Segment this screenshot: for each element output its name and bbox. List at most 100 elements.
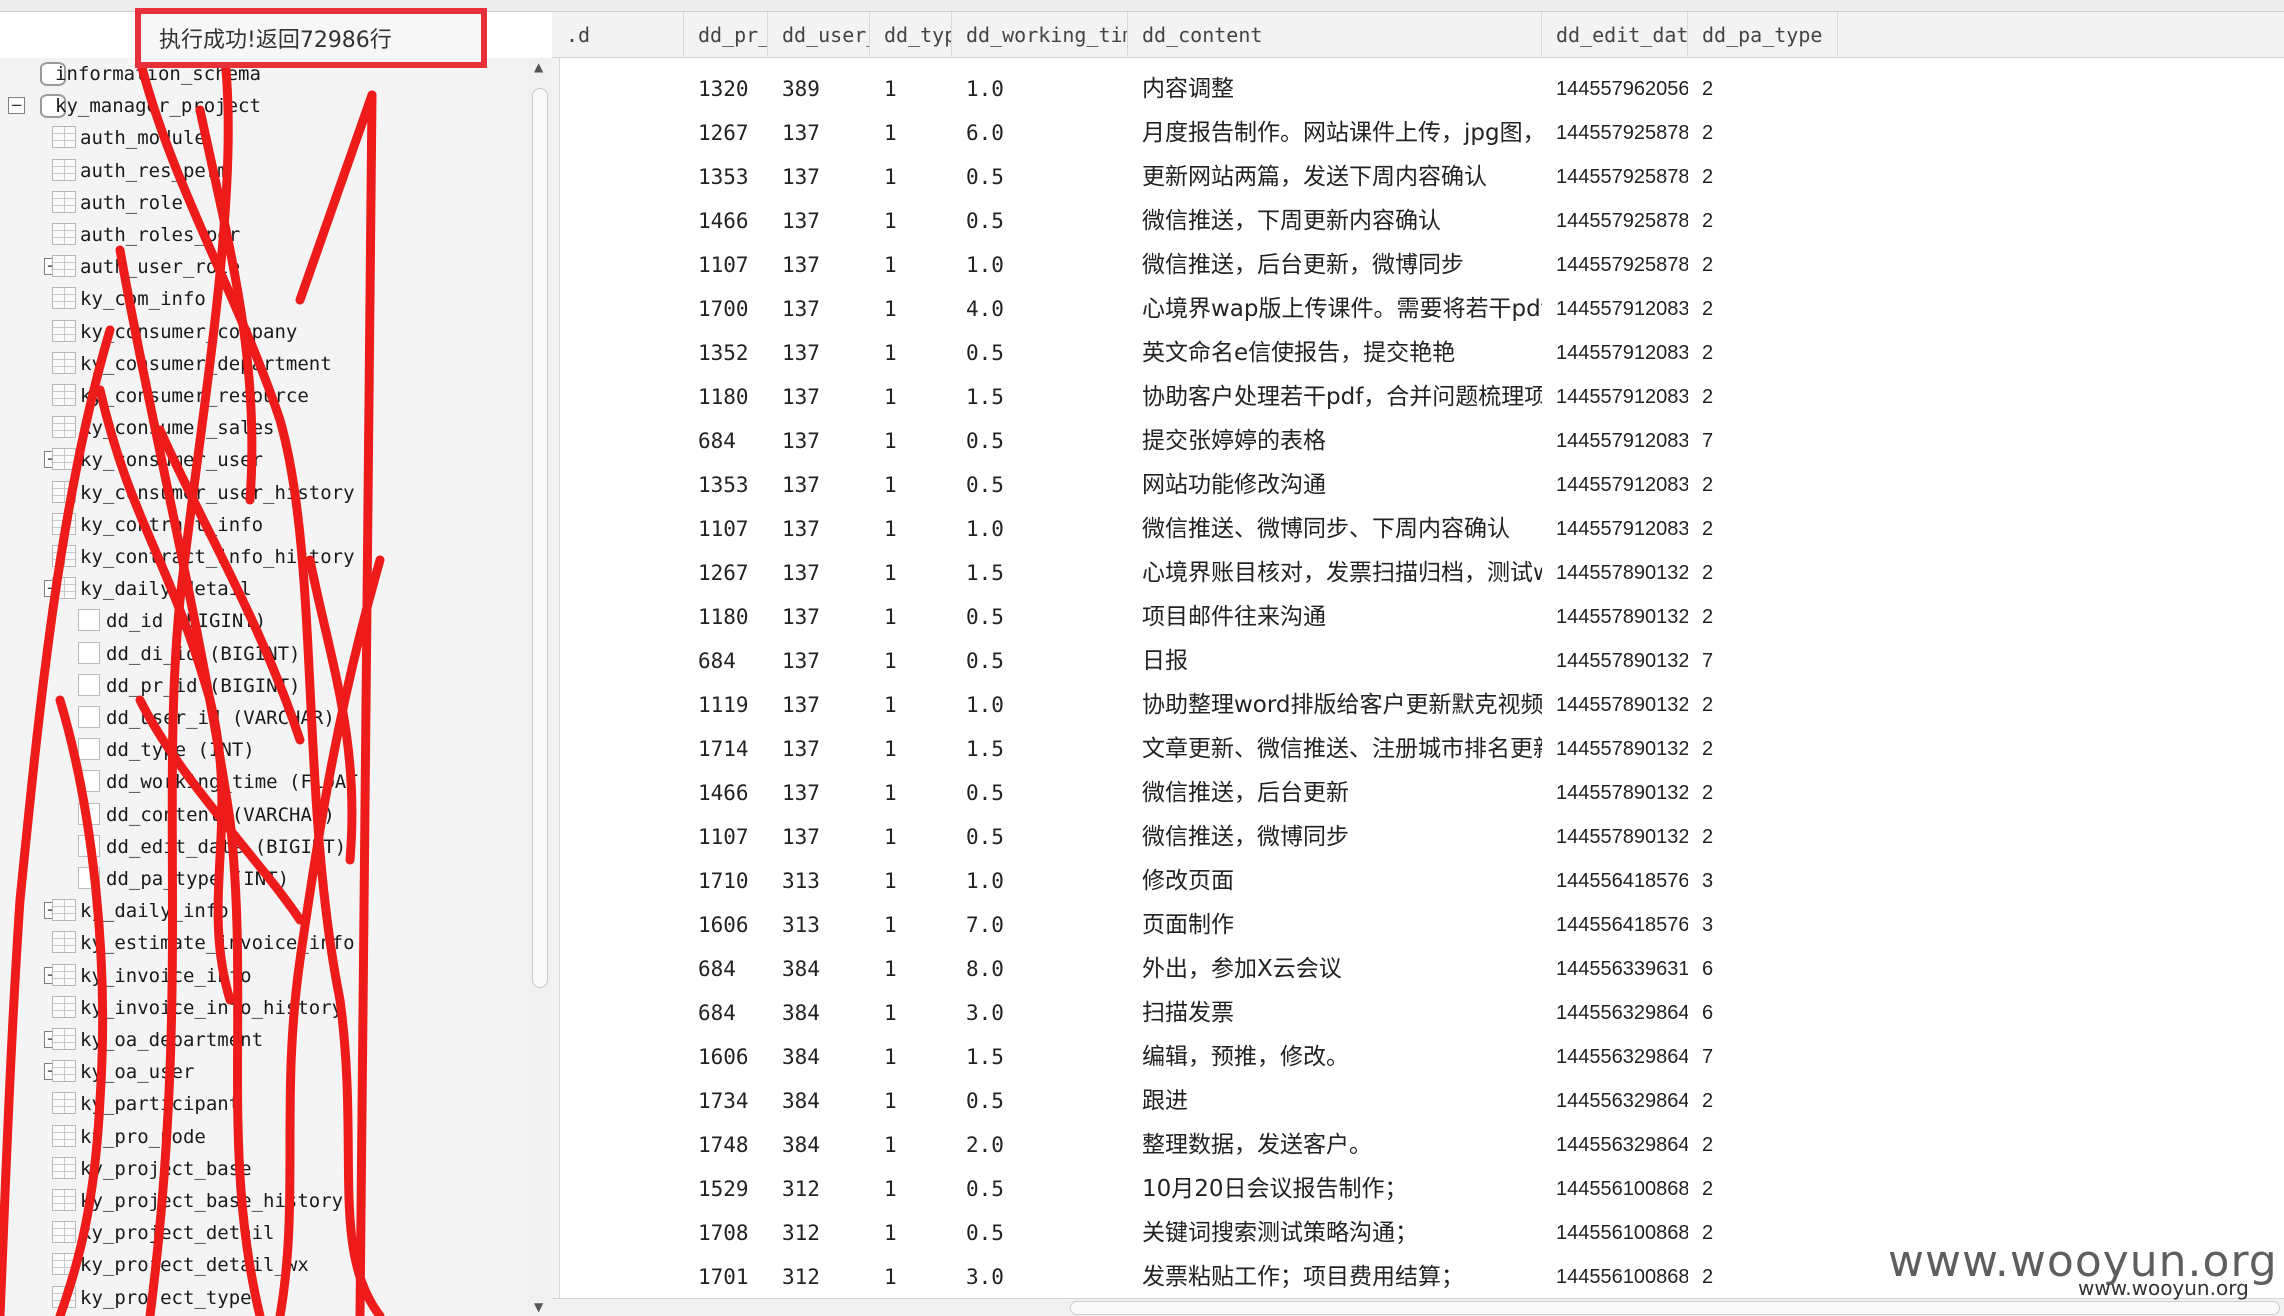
table-cell[interactable]: 1606	[684, 903, 768, 947]
table-row[interactable]: 1320 389 1 1.0 内容调整 1445579620567 2	[552, 67, 2284, 111]
table-cell[interactable]: 2	[1688, 331, 1838, 375]
table-cell[interactable]	[552, 903, 684, 947]
table-cell[interactable]: 1445563298646	[1542, 1123, 1688, 1167]
table-cell[interactable]: 1445578901328	[1542, 683, 1688, 727]
table-row[interactable]: 1714 137 1 1.5 文章更新、微信推送、注册城市排名更新 14455789013…	[552, 727, 2284, 771]
tree-item[interactable]: auth_roles_per	[0, 219, 530, 251]
table-row[interactable]: 1352 137 1 0.5 英文命名e信使报告，提交艳艳 1445579120837 2	[552, 331, 2284, 375]
table-cell[interactable]: 1.0	[952, 67, 1128, 111]
tree-item[interactable]: dd_pa_type (INT)	[0, 863, 530, 895]
table-cell[interactable]: 2	[1688, 771, 1838, 815]
table-cell[interactable]: 0.5	[952, 1167, 1128, 1211]
table-cell[interactable]: 1445561008682	[1542, 1211, 1688, 1255]
table-cell[interactable]	[552, 815, 684, 859]
table-cell[interactable]: 1	[870, 67, 952, 111]
table-row[interactable]: 1734 384 1 0.5 跟进 1445563298646 2	[552, 1079, 2284, 1123]
table-cell[interactable]: 1445579258788	[1542, 155, 1688, 199]
table-cell[interactable]: 137	[768, 595, 870, 639]
table-cell[interactable]: 384	[768, 1079, 870, 1123]
table-cell[interactable]: 7	[1688, 639, 1838, 683]
table-cell[interactable]	[552, 947, 684, 991]
table-cell[interactable]: 1	[870, 595, 952, 639]
table-cell[interactable]: 1466	[684, 199, 768, 243]
table-cell[interactable]: 1	[870, 903, 952, 947]
tree-item[interactable]: +ky_daily_info	[0, 895, 530, 927]
table-cell[interactable]	[552, 639, 684, 683]
column-header[interactable]: .d	[552, 12, 684, 58]
table-cell[interactable]: 313	[768, 903, 870, 947]
table-cell[interactable]: 137	[768, 727, 870, 771]
table-cell[interactable]	[552, 243, 684, 287]
table-cell[interactable]: 1445579620567	[1542, 67, 1688, 111]
table-cell[interactable]: 684	[684, 419, 768, 463]
table-cell[interactable]: 微信推送，下周更新内容确认	[1128, 199, 1542, 243]
collapse-icon[interactable]: −	[8, 97, 25, 115]
table-cell[interactable]: 1	[870, 1035, 952, 1079]
table-cell[interactable]: 137	[768, 771, 870, 815]
table-cell[interactable]: 微信推送、微博同步、下周内容确认	[1128, 507, 1542, 551]
table-cell[interactable]: 137	[768, 155, 870, 199]
table-cell[interactable]: 1119	[684, 683, 768, 727]
table-cell[interactable]: 1445579120837	[1542, 375, 1688, 419]
table-cell[interactable]: 1445561008682	[1542, 1167, 1688, 1211]
table-cell[interactable]: 微信推送，微博同步	[1128, 815, 1542, 859]
table-row[interactable]: 1466 137 1 0.5 微信推送，后台更新 1445578901328 2	[552, 771, 2284, 815]
table-cell[interactable]: 7.0	[952, 903, 1128, 947]
tree-item[interactable]: ky_project_base	[0, 1153, 530, 1185]
table-cell[interactable]: 0.5	[952, 1211, 1128, 1255]
table-cell[interactable]: 2	[1688, 243, 1838, 287]
table-cell[interactable]: 2	[1688, 683, 1838, 727]
table-cell[interactable]: 2	[1688, 507, 1838, 551]
table-cell[interactable]: 2	[1688, 199, 1838, 243]
column-header[interactable]: dd_working_time	[952, 12, 1128, 58]
table-cell[interactable]: 1.5	[952, 551, 1128, 595]
table-cell[interactable]: 微信推送，后台更新，微博同步	[1128, 243, 1542, 287]
tree-item[interactable]: ky_participant	[0, 1088, 530, 1120]
tree-item[interactable]: +auth_user_role	[0, 251, 530, 283]
table-cell[interactable]: 4.0	[952, 287, 1128, 331]
table-cell[interactable]: 1.5	[952, 1035, 1128, 1079]
table-cell[interactable]: 1	[870, 1167, 952, 1211]
tree-item[interactable]: −ky_daily_detail	[0, 573, 530, 605]
table-cell[interactable]: 1710	[684, 859, 768, 903]
table-cell[interactable]: 1	[870, 815, 952, 859]
tree-scrollbar[interactable]: ▲ ▼	[528, 58, 552, 1316]
table-cell[interactable]	[552, 859, 684, 903]
tree-item[interactable]: +ky_oa_user	[0, 1056, 530, 1088]
table-cell[interactable]: 项目邮件往来沟通	[1128, 595, 1542, 639]
table-cell[interactable]: 2	[1688, 815, 1838, 859]
table-row[interactable]: 1529 312 1 0.5 10月20日会议报告制作； 1445561008682 2	[552, 1167, 2284, 1211]
table-cell[interactable]: 1606	[684, 1035, 768, 1079]
table-cell[interactable]: 月度报告制作。网站课件上传，jpg图，一页一页处理	[1128, 111, 1542, 155]
table-cell[interactable]: 1	[870, 947, 952, 991]
table-cell[interactable]: 1107	[684, 815, 768, 859]
table-cell[interactable]: 1445579120837	[1542, 463, 1688, 507]
table-cell[interactable]: 1	[870, 463, 952, 507]
table-cell[interactable]: 384	[768, 1035, 870, 1079]
table-cell[interactable]: 协助客户处理若干pdf，合并问题梳理项目，整理资...	[1128, 375, 1542, 419]
table-row[interactable]: 1606 313 1 7.0 页面制作 1445564185765 3	[552, 903, 2284, 947]
table-row[interactable]: 118013711.5协助客户处理若干pdf，合并问题梳理项目，整理资...14…	[552, 375, 2284, 419]
table-cell[interactable]: 1445564185765	[1542, 859, 1688, 903]
table-cell[interactable]: 1445579120837	[1542, 287, 1688, 331]
table-cell[interactable]: 网站功能修改沟通	[1128, 463, 1542, 507]
tree-item[interactable]: ky_pro_node	[0, 1121, 530, 1153]
table-cell[interactable]: 3	[1688, 903, 1838, 947]
tree-item[interactable]: ky_consumer_user_history	[0, 477, 530, 509]
tree-item[interactable]: ky_contract_info	[0, 509, 530, 541]
table-cell[interactable]	[552, 463, 684, 507]
table-row[interactable]: 1107 137 1 1.0 微信推送、微博同步、下周内容确认 1445579120837…	[552, 507, 2284, 551]
column-header[interactable]: dd_user_id	[768, 12, 870, 58]
table-cell[interactable]: 312	[768, 1167, 870, 1211]
table-cell[interactable]: 2	[1688, 67, 1838, 111]
table-cell[interactable]: 1.0	[952, 859, 1128, 903]
table-cell[interactable]: 1	[870, 243, 952, 287]
table-cell[interactable]: 2	[1688, 727, 1838, 771]
table-cell[interactable]: 跟进	[1128, 1079, 1542, 1123]
table-cell[interactable]: 1445564185765	[1542, 903, 1688, 947]
tree-item[interactable]: ky_project_detail	[0, 1217, 530, 1249]
table-cell[interactable]: 1445579258788	[1542, 199, 1688, 243]
table-cell[interactable]: 137	[768, 463, 870, 507]
table-cell[interactable]: 1107	[684, 243, 768, 287]
table-cell[interactable]: 137	[768, 287, 870, 331]
